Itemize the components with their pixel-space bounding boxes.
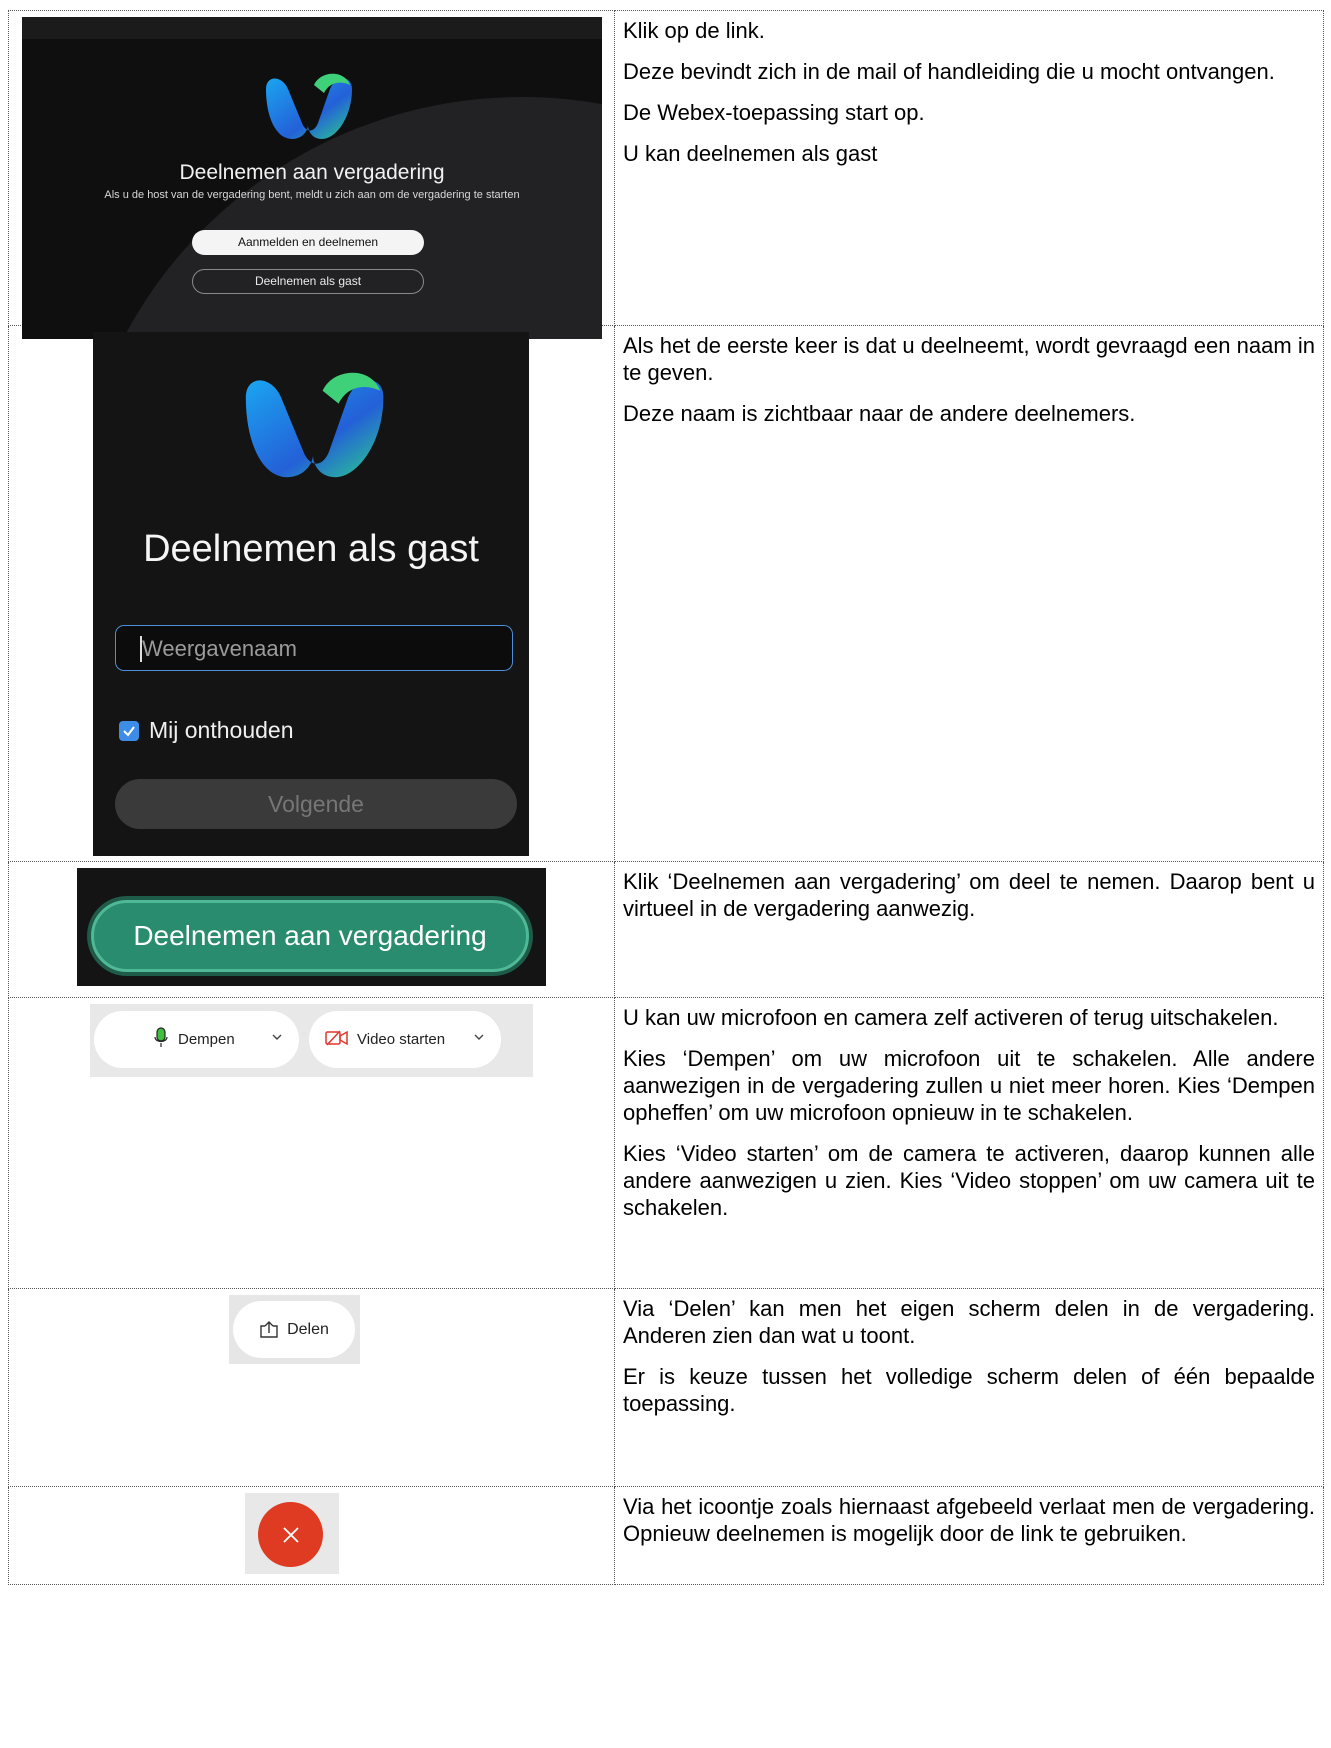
next-button[interactable]: Volgende [115,779,517,829]
screenshot-cell: Deelnemen aan vergadering [8,861,615,998]
instruction-text: Deze bevindt zich in de mail of handleid… [623,59,1275,84]
instruction-text: U kan deelnemen als gast [623,141,878,166]
instruction-cell: Als het de eerste keer is dat u deelneem… [614,325,1324,862]
sign-in-and-join-button[interactable]: Aanmelden en deelnemen [192,230,424,255]
instruction-cell: Klik ‘Deelnemen aan vergadering’ om deel… [614,861,1324,998]
table-row: Deelnemen aan vergadering Klik ‘Deelneme… [8,861,1324,998]
webex-logo-icon [245,372,384,478]
remember-me-row[interactable]: Mij onthouden [119,717,294,744]
table-row: Delen Via ‘Delen’ kan men het eigen sche… [8,1288,1324,1487]
screenshot-cell: Deelnemen aan vergadering Als u de host … [8,10,615,339]
join-meeting-screenshot: Deelnemen aan vergadering [77,868,546,986]
share-icon [260,1320,278,1338]
screenshot-cell: Dempen Video starten [8,997,615,1289]
instruction-text: Via ‘Delen’ kan men het eigen scherm del… [623,1296,1315,1348]
instruction-text: De Webex-toepassing start op. [623,100,925,125]
instruction-text: Via het icoontje zoals hiernaast afgebee… [623,1494,1315,1546]
join-as-guest-button[interactable]: Deelnemen als gast [192,269,424,294]
instruction-cell: Klik op de link. Deze bevindt zich in de… [614,10,1324,326]
mute-button[interactable]: Dempen [94,1011,299,1068]
close-icon [282,1526,299,1543]
host-hint-text: Als u de host van de vergadering bent, m… [104,189,520,201]
share-button[interactable]: Delen [233,1301,355,1358]
instruction-text: U kan uw microfoon en camera zelf active… [623,1005,1279,1030]
instruction-table: Deelnemen aan vergadering Als u de host … [8,10,1324,1585]
video-off-icon [325,1029,349,1051]
webex-join-screenshot: Deelnemen aan vergadering Als u de host … [22,17,602,339]
microphone-icon [154,1026,168,1053]
remember-me-checkbox[interactable] [119,720,139,741]
checkmark-icon [123,725,135,737]
table-row: Via het icoontje zoals hiernaast afgebee… [8,1486,1324,1585]
chevron-down-icon[interactable] [271,1031,283,1043]
text-caret [140,636,142,662]
leave-meeting-button[interactable] [258,1502,323,1567]
guest-join-screenshot: Deelnemen als gast Weergavenaam Mij onth… [93,332,529,856]
chevron-down-icon[interactable] [473,1031,485,1043]
display-name-placeholder: Weergavenaam [142,636,297,661]
start-video-button[interactable]: Video starten [309,1011,501,1068]
instruction-text: Kies ‘Video starten’ om de camera te act… [623,1141,1315,1220]
table-row: Deelnemen als gast Weergavenaam Mij onth… [8,325,1324,862]
instruction-text: Klik op de link. [623,18,765,43]
join-meeting-title: Deelnemen aan vergadering [179,161,445,184]
table-row: Dempen Video starten U kan uw microfoon … [8,997,1324,1289]
start-video-label: Video starten [357,1031,446,1048]
screenshot-cell: Deelnemen als gast Weergavenaam Mij onth… [8,325,615,862]
share-label: Delen [287,1320,329,1338]
display-name-input[interactable]: Weergavenaam [115,625,513,671]
instruction-text: Als het de eerste keer is dat u deelneem… [623,333,1315,385]
guest-title: Deelnemen als gast [143,528,479,570]
instruction-cell: U kan uw microfoon en camera zelf active… [614,997,1324,1289]
table-row: Deelnemen aan vergadering Als u de host … [8,10,1324,339]
instruction-cell: Via het icoontje zoals hiernaast afgebee… [614,1486,1324,1585]
webex-logo-icon [266,73,352,139]
instruction-text: Klik ‘Deelnemen aan vergadering’ om deel… [623,869,1315,921]
join-meeting-button[interactable]: Deelnemen aan vergadering [91,900,529,972]
instruction-text: Kies ‘Dempen’ om uw microfoon uit te sch… [623,1046,1315,1125]
audio-video-controls-screenshot: Dempen Video starten [90,1004,533,1077]
instruction-text: Er is keuze tussen het volledige scherm … [623,1364,1315,1416]
instruction-cell: Via ‘Delen’ kan men het eigen scherm del… [614,1288,1324,1487]
leave-screenshot [245,1493,339,1574]
instruction-text: Deze naam is zichtbaar naar de andere de… [623,401,1136,426]
mute-label: Dempen [178,1031,235,1048]
screenshot-cell [8,1486,615,1585]
share-screenshot: Delen [229,1295,360,1364]
remember-me-label: Mij onthouden [149,717,294,743]
screenshot-cell: Delen [8,1288,615,1487]
